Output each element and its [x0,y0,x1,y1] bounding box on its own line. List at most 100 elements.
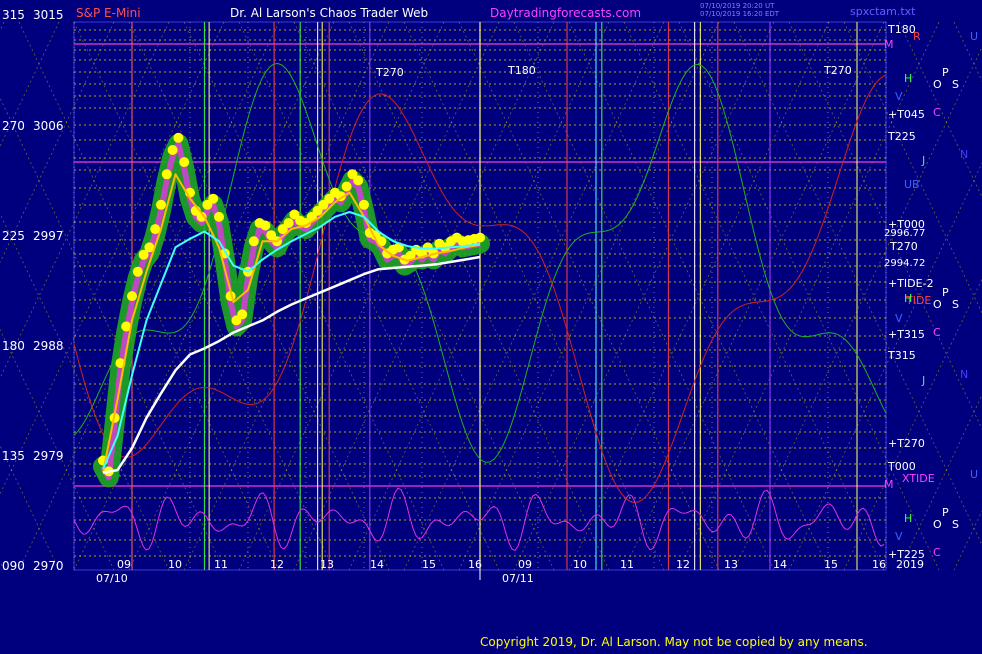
left-axis-price-2988: 2988 [33,339,64,353]
price-point [475,232,485,243]
left-axis-angle-225: 225 [2,229,25,243]
price-point [156,199,166,210]
right-label-t180: T180 [887,23,916,36]
file-name: spxctam.txt [850,5,916,18]
copyright-text: Copyright 2019, Dr. Al Larson. May not b… [480,635,868,649]
right-label-t270-plus: +T270 [888,437,925,450]
glyph-p-bot: P [942,506,949,519]
x-tick-day1-10: 10 [168,558,182,571]
glyph-o-bot: O [933,518,942,531]
label-t270-b: T270 [823,64,852,77]
glyph-h-bot: H [904,512,912,525]
x-tick-day1-12: 12 [270,558,284,571]
glyph-c-bot: C [933,546,941,559]
x-tick-day1-11: 11 [214,558,228,571]
price-point [127,291,137,302]
glyph-ub: UB [904,178,920,191]
glyph-j-mid: J [921,374,925,387]
price-point [208,193,219,204]
label-t180: T180 [507,64,536,77]
price-point [214,211,224,222]
glyph-h-top: H [904,72,912,85]
right-label-t315-plus: +T315 [888,328,925,341]
date-label-day2: 07/11 [502,572,534,585]
glyph-v-top: V [895,90,903,103]
x-tick-day2-14: 14 [773,558,787,571]
x-tick-day2-10: 10 [573,558,587,571]
price-readout-1: 2996.77 [884,228,925,239]
price-point [150,224,161,235]
right-label-t225: T225 [887,130,916,143]
label-t270-a: T270 [375,66,404,79]
right-label-year: 2019 [896,558,924,571]
stamp-edt: 07/10/2019 16:20 EDT [700,10,780,18]
price-point [161,169,172,180]
glyph-o-mid: O [933,298,942,311]
glyph-c-mid: C [933,326,941,339]
price-point [283,218,294,228]
x-tick-day1-16: 16 [468,558,482,571]
left-axis-angle-090: 090 [2,559,25,573]
glyph-o-top: O [933,78,942,91]
price-point [173,132,184,143]
glyph-h-mid: H [904,292,912,305]
glyph-n-top: N [960,148,968,161]
x-tick-day2-15: 15 [824,558,838,571]
left-axis-angle-135: 135 [2,449,25,463]
left-axis-price-3006: 3006 [33,119,64,133]
price-readout-2: 2994.72 [884,258,925,269]
chart-svg: 315 3015 S&P E-Mini Dr. Al Larson's Chao… [0,0,982,650]
price-point [167,145,178,155]
right-label-t315: T315 [887,349,916,362]
x-tick-day2-11: 11 [620,558,634,571]
x-tick-day1-09: 09 [117,558,131,571]
x-tick-day1-14: 14 [370,558,384,571]
glyph-p-top: P [942,66,949,79]
glyph-u-bot: U [970,468,978,481]
glyph-p-mid: P [942,286,949,299]
glyph-r-top: R [913,30,921,43]
glyph-s-bot: S [952,518,959,531]
glyph-s-mid: S [952,298,959,311]
instrument-title: S&P E-Mini [76,6,141,20]
left-axis-price-2970: 2970 [33,559,64,573]
glyph-n-mid: N [960,368,968,381]
left-axis-angle-180: 180 [2,339,25,353]
x-tick-day2-09: 09 [518,558,532,571]
x-tick-day1-15: 15 [422,558,436,571]
price-point [179,157,190,168]
price-point [353,175,364,186]
left-axis-top-angle: 315 [2,8,25,22]
glyph-m-bot: M [884,478,894,491]
price-point [359,199,369,210]
site-title: Dr. Al Larson's Chaos Trader Web [230,6,428,20]
x-tick-day2-16: 16 [872,558,886,571]
stamp-ut: 07/10/2019 20:20 UT [700,2,775,10]
glyph-m-top: M [884,38,894,51]
x-tick-day2-13: 13 [724,558,738,571]
right-label-t270: T270 [889,240,918,253]
chart-root: 315 3015 S&P E-Mini Dr. Al Larson's Chao… [0,0,982,650]
glyph-c-top: C [933,106,941,119]
left-axis-angle-270: 270 [2,119,25,133]
left-axis-top-price: 3015 [33,8,64,22]
right-label-tide-2: +TIDE-2 [888,277,934,290]
glyph-s-top: S [952,78,959,91]
glyph-j-top: J [921,154,925,167]
price-point [132,266,143,277]
right-label-xtide: XTIDE [902,472,935,485]
glyph-u-top: U [970,30,978,43]
x-tick-day2-12: 12 [676,558,690,571]
left-axis-price-2997: 2997 [33,229,64,243]
x-tick-day1-13: 13 [320,558,334,571]
price-point [260,220,271,231]
left-axis-price-2979: 2979 [33,449,64,463]
price-point [237,309,248,320]
right-label-t045: +T045 [888,108,925,121]
price-point [248,236,259,247]
site-url[interactable]: Daytradingforecasts.com [490,6,641,20]
glyph-v-bot: V [895,530,903,543]
price-point [341,181,352,192]
glyph-v-mid: V [895,312,903,325]
date-label-day1: 07/10 [96,572,128,585]
